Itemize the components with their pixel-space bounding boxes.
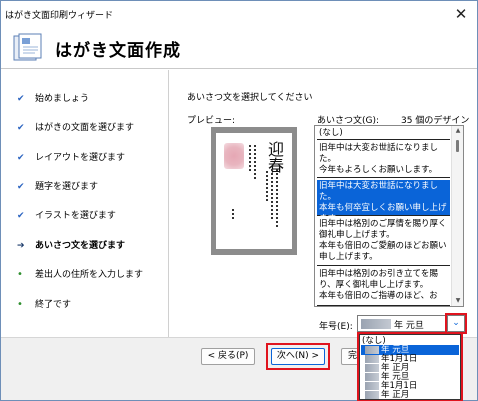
step-label: 題字を選びます bbox=[35, 182, 99, 192]
highlight-frame bbox=[445, 313, 467, 334]
era-label: 年号(E): bbox=[319, 322, 353, 332]
back-button[interactable]: < 戻る(P) bbox=[201, 348, 255, 365]
list-item[interactable]: 旧年中は格別のご厚情を賜り厚く御礼申し上げます。 本年も倍旧のご愛顧のほどお願い… bbox=[317, 218, 450, 266]
arrow-right-icon: ➔ bbox=[17, 241, 25, 251]
preview-text-line bbox=[276, 169, 278, 227]
step-item-current: ➔ あいさつ文を選びます bbox=[17, 238, 125, 254]
check-icon: ✔ bbox=[17, 123, 25, 133]
check-icon: ✔ bbox=[17, 94, 25, 104]
scroll-thumb[interactable] bbox=[456, 140, 459, 152]
wizard-header: はがき文面作成 bbox=[1, 27, 477, 69]
check-icon: ✔ bbox=[17, 153, 25, 163]
step-item: ✔ はがきの文面を選びます bbox=[17, 120, 134, 136]
content-panel: あいさつ文を選択してください プレビュー: 迎春 あいさつ文(G): 35 個の… bbox=[179, 70, 475, 370]
wizard-window: はがき文面印刷ウィザード ✕ はがき文面作成 ✔ 始めましょう ✔ はがきの文面を選… bbox=[0, 0, 478, 401]
preview-text-line bbox=[266, 171, 268, 201]
check-icon: ✔ bbox=[17, 182, 25, 192]
step-label: 始めましょう bbox=[35, 94, 90, 104]
list-item[interactable]: (なし) bbox=[317, 127, 450, 140]
list-item[interactable]: 旧年中は大変お世話になりました。 今年もよろしくお願いします。 bbox=[317, 142, 450, 178]
scroll-down-icon[interactable]: ▼ bbox=[452, 296, 463, 306]
close-icon: ✕ bbox=[454, 5, 468, 23]
list-scrollbar[interactable]: ▲ ▼ bbox=[451, 126, 463, 306]
step-label: 差出人の住所を入力します bbox=[35, 270, 144, 280]
bullet-icon: • bbox=[17, 269, 23, 280]
preview-label: プレビュー: bbox=[187, 116, 236, 126]
preview-title-text: 迎春 bbox=[265, 141, 284, 173]
preview-text-line bbox=[254, 145, 256, 179]
next-button[interactable]: 次へ(N) > bbox=[271, 348, 325, 365]
close-button[interactable]: ✕ bbox=[451, 4, 471, 24]
postcard-wizard-icon bbox=[13, 33, 42, 61]
preview-text-line bbox=[249, 145, 251, 173]
step-label: 終了です bbox=[35, 300, 72, 310]
step-label: イラストを選びます bbox=[35, 211, 116, 221]
bullet-icon: • bbox=[17, 299, 23, 310]
step-item: ✔ イラストを選びます bbox=[17, 208, 116, 224]
list-item[interactable]: 旧年中は格別のお引き立てを賜り、厚く御礼申し上げます。 本年も倍旧のご指導のほど… bbox=[317, 268, 450, 306]
page-title: はがき文面作成 bbox=[55, 41, 181, 61]
illustration-image bbox=[224, 143, 244, 169]
steps-panel: ✔ 始めましょう ✔ はがきの文面を選びます ✔ レイアウトを選びます ✔ 題字を選びま… bbox=[1, 70, 169, 370]
wizard-body: ✔ 始めましょう ✔ はがきの文面を選びます ✔ レイアウトを選びます ✔ 題字を選びま… bbox=[1, 70, 477, 370]
step-item: • 終了です bbox=[17, 297, 71, 313]
preview-text-line bbox=[271, 169, 273, 219]
window-title: はがき文面印刷ウィザード bbox=[5, 11, 114, 21]
step-item: ✔ レイアウトを選びます bbox=[17, 150, 125, 166]
redacted-block bbox=[361, 319, 391, 329]
step-item: ✔ 題字を選びます bbox=[17, 179, 98, 195]
step-item: • 差出人の住所を入力します bbox=[17, 267, 143, 283]
preview-frame: 迎春 bbox=[211, 127, 297, 255]
step-item: ✔ 始めましょう bbox=[17, 91, 89, 107]
title-bar: はがき文面印刷ウィザード ✕ bbox=[1, 1, 477, 27]
instruction-text: あいさつ文を選択してください bbox=[187, 93, 313, 103]
postcard-preview: 迎春 bbox=[216, 133, 292, 249]
list-item-selected[interactable]: 旧年中は大変お世話になりました。 本年も何卒宜しくお願い申し上げます。 bbox=[317, 180, 450, 224]
preview-text-line bbox=[232, 209, 234, 221]
scroll-up-icon[interactable]: ▲ bbox=[452, 126, 463, 136]
greeting-list[interactable]: (なし) 旧年中は大変お世話になりました。 今年もよろしくお願いします。 旧年中… bbox=[314, 125, 464, 307]
highlight-frame bbox=[357, 332, 463, 401]
step-label: はがきの文面を選びます bbox=[35, 123, 135, 133]
step-label: あいさつ文を選びます bbox=[35, 241, 126, 251]
check-icon: ✔ bbox=[17, 211, 25, 221]
step-label: レイアウトを選びます bbox=[35, 153, 126, 163]
era-selected-value: 年 元旦 bbox=[394, 321, 424, 331]
